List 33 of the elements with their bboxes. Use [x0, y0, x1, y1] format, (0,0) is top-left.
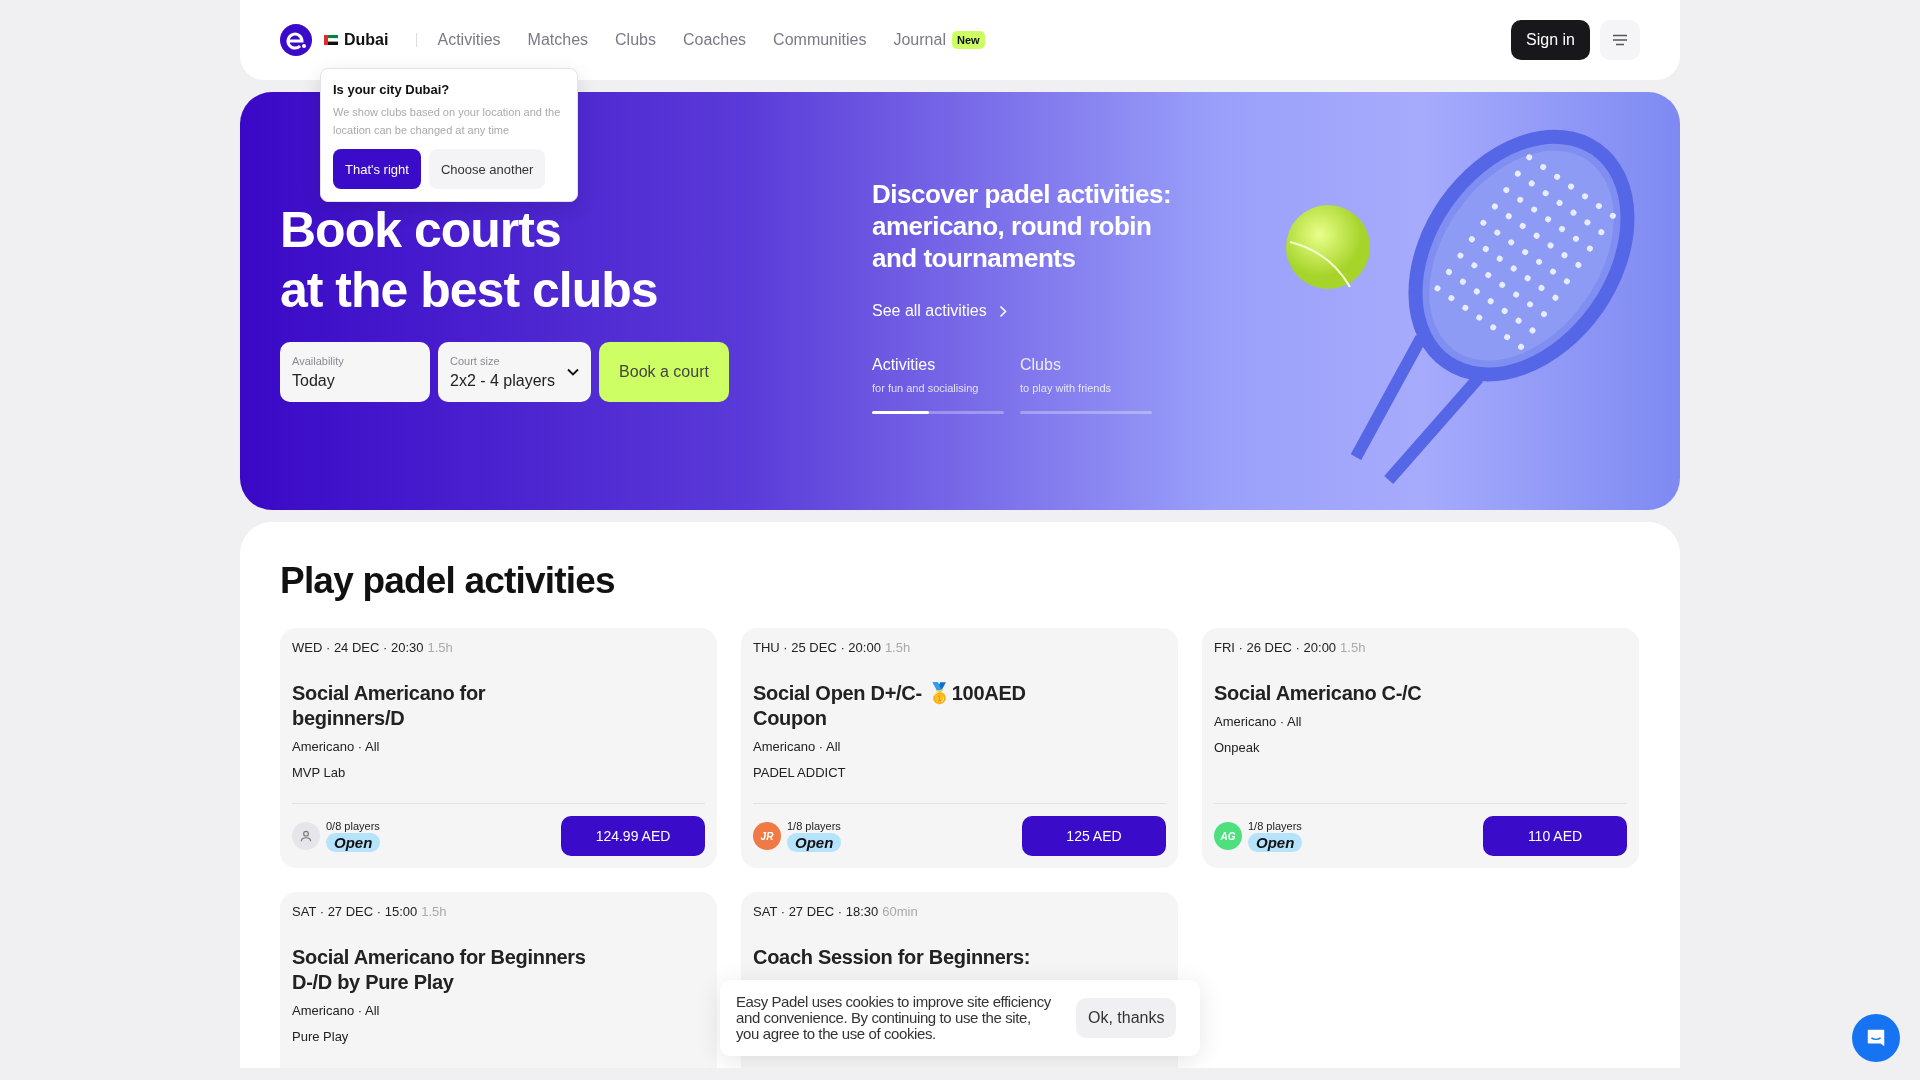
activity-title: Coach Session for Beginners:	[753, 945, 1032, 970]
activity-date: WED · 24 DEC · 20:30 1.5h	[292, 640, 454, 655]
activity-date: THU · 25 DEC · 20:00 1.5h	[753, 640, 912, 655]
hero-subtitle: Discover padel activities: americano, round robin and tournaments	[872, 178, 1172, 274]
new-badge: New	[951, 31, 985, 49]
activity-type: Americano · All	[292, 739, 381, 754]
status-badge: Open	[787, 833, 842, 852]
activity-date: SAT · 27 DEC · 15:00 1.5h	[292, 904, 448, 919]
club-name: Pure Play	[292, 1029, 350, 1044]
club-name: MVP Lab	[292, 765, 347, 780]
status-badge: Open	[326, 833, 381, 852]
avatar: AG	[1214, 822, 1242, 850]
section-title: Play padel activities	[280, 560, 616, 602]
activity-title: Social Americano for Beginners D-/D by Pure Play	[292, 945, 587, 995]
activity-date: SAT · 27 DEC · 18:30 60min	[753, 904, 919, 919]
activity-date: FRI · 26 DEC · 20:00 1.5h	[1214, 640, 1367, 655]
players-count: 1/8 players	[1248, 820, 1302, 832]
activity-type: Americano · All	[292, 1003, 381, 1018]
popup-text: We show clubs based on your location and the location can be changed at any time	[333, 105, 562, 138]
status-badge: Open	[1248, 833, 1303, 852]
club-name: Onpeak	[1214, 740, 1261, 755]
players-count: 1/8 players	[787, 820, 841, 832]
activity-title: Social Open D+/C- 🥇100AED Coupon	[753, 681, 1027, 731]
popup-title: Is your city Dubai?	[333, 82, 451, 97]
avatar: JR	[753, 822, 781, 850]
activity-title: Social Americano for beginners/D	[292, 681, 487, 731]
activity-type: Americano · All	[753, 739, 842, 754]
cookie-text: Easy Padel uses cookies to improve site efficiency and convenience. By continuing to use the site, you agree to the use of cookies.	[736, 994, 1052, 1042]
club-name: PADEL ADDICT	[753, 765, 847, 780]
hero-title: Book courts at the best clubs	[280, 201, 659, 320]
activity-type: Americano · All	[1214, 714, 1303, 729]
activity-title: Social Americano C-/C	[1214, 681, 1423, 706]
players-count: 0/8 players	[326, 820, 380, 832]
